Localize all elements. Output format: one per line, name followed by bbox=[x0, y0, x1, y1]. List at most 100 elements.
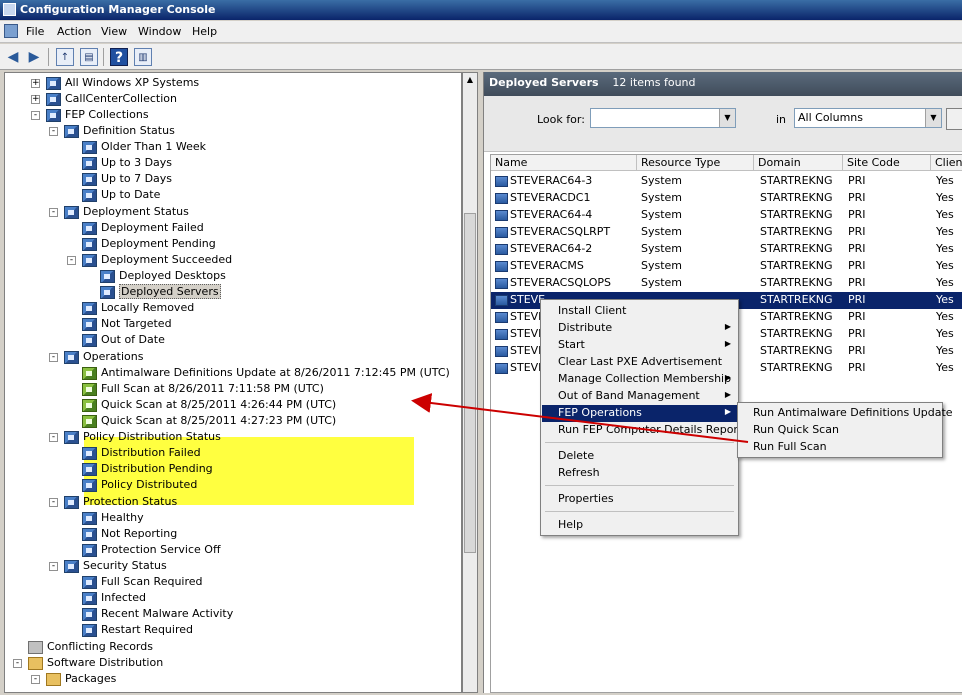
context-menu-item[interactable]: Refresh bbox=[542, 465, 737, 482]
tree-node[interactable]: - Operations bbox=[49, 349, 143, 365]
menu-action[interactable]: Action bbox=[57, 25, 91, 38]
tree-node[interactable]: Not Targeted bbox=[67, 316, 172, 332]
context-menu-item[interactable]: Clear Last PXE Advertisement bbox=[542, 354, 737, 371]
tree-node[interactable]: - Software Distribution bbox=[13, 655, 163, 671]
search-button[interactable] bbox=[946, 108, 962, 130]
tree-node[interactable]: Conflicting Records bbox=[13, 639, 153, 655]
menu-view[interactable]: View bbox=[101, 25, 127, 38]
column-header-client[interactable]: Client bbox=[931, 155, 962, 171]
collapse-icon[interactable]: - bbox=[49, 126, 58, 136]
column-header-domain[interactable]: Domain bbox=[754, 155, 843, 171]
tree-node[interactable]: Healthy bbox=[67, 510, 144, 526]
in-column-select[interactable]: All Columns ▼ bbox=[794, 108, 942, 128]
tree-node[interactable]: Out of Date bbox=[67, 332, 165, 348]
column-header-name[interactable]: Name bbox=[491, 155, 637, 171]
tree-node[interactable]: Protection Service Off bbox=[67, 542, 221, 558]
table-row[interactable]: STEVERAC64-3 System STARTREKNG PRI Yes bbox=[491, 173, 962, 190]
context-menu-item[interactable]: Distribute ▶ bbox=[542, 320, 737, 337]
tree-node[interactable]: Deployment Pending bbox=[67, 236, 216, 252]
tree-node[interactable]: Locally Removed bbox=[67, 300, 194, 316]
context-menu-item[interactable]: Properties bbox=[542, 491, 737, 508]
context-menu-item[interactable]: Run FEP Computer Details Report bbox=[542, 422, 742, 439]
table-row[interactable]: STEVERACSQLOPS System STARTREKNG PRI Yes bbox=[491, 275, 962, 292]
tree-node[interactable]: Quick Scan at 8/25/2011 4:27:23 PM (UTC) bbox=[67, 413, 336, 429]
tree-scrollbar[interactable]: ▲ bbox=[462, 72, 478, 693]
collapse-icon[interactable]: - bbox=[49, 497, 58, 507]
table-row[interactable]: STEVERAC64-4 System STARTREKNG PRI Yes bbox=[491, 207, 962, 224]
tree-node[interactable]: Up to Date bbox=[67, 187, 160, 203]
expand-icon[interactable]: + bbox=[31, 94, 40, 104]
folder-icon bbox=[46, 672, 61, 686]
tree-node[interactable]: Older Than 1 Week bbox=[67, 139, 206, 155]
tree-node[interactable]: Distribution Failed bbox=[67, 445, 201, 461]
collection-icon bbox=[82, 414, 97, 428]
table-row[interactable]: STEVERACMS System STARTREKNG PRI Yes bbox=[491, 258, 962, 275]
up-folder-icon[interactable]: ↑ bbox=[56, 48, 74, 66]
context-menu-item[interactable]: Delete bbox=[542, 448, 737, 465]
tree-node[interactable]: Antimalware Definitions Update at 8/26/2… bbox=[67, 365, 450, 381]
submenu-item[interactable]: Run Antimalware Definitions Update bbox=[739, 405, 953, 422]
context-menu-item[interactable]: Out of Band Management ▶ bbox=[542, 388, 737, 405]
menu-item-label: Distribute bbox=[558, 321, 613, 334]
scroll-thumb[interactable] bbox=[464, 213, 476, 553]
collapse-icon[interactable]: - bbox=[31, 674, 40, 684]
tree-node[interactable]: Quick Scan at 8/25/2011 4:26:44 PM (UTC) bbox=[67, 397, 336, 413]
collapse-icon[interactable]: - bbox=[49, 561, 58, 571]
scroll-up-icon[interactable]: ▲ bbox=[464, 74, 476, 86]
tree-node[interactable]: - Protection Status bbox=[49, 494, 177, 510]
context-menu-item[interactable]: Start ▶ bbox=[542, 337, 737, 354]
collapse-icon[interactable]: - bbox=[49, 352, 58, 362]
tree-node[interactable]: Recent Malware Activity bbox=[67, 606, 233, 622]
tree-node[interactable]: - Deployment Status bbox=[49, 204, 189, 220]
column-header-resource-type[interactable]: Resource Type bbox=[637, 155, 754, 171]
tree-node[interactable]: Up to 7 Days bbox=[67, 171, 172, 187]
collapse-icon[interactable]: - bbox=[13, 658, 22, 668]
tree-node[interactable]: - Policy Distribution Status bbox=[49, 429, 221, 445]
table-row[interactable]: STEVERACSQLRPT System STARTREKNG PRI Yes bbox=[491, 224, 962, 241]
context-menu-item[interactable]: Help bbox=[542, 517, 737, 534]
column-header-site-code[interactable]: Site Code bbox=[843, 155, 931, 171]
table-row[interactable]: STEVERACDC1 System STARTREKNG PRI Yes bbox=[491, 190, 962, 207]
tree-node[interactable]: Restart Required bbox=[67, 622, 193, 638]
forward-icon[interactable]: ▶ bbox=[25, 48, 43, 66]
action-pane-icon[interactable]: ▥ bbox=[134, 48, 152, 66]
tree-node[interactable]: Deployed Servers bbox=[85, 284, 221, 300]
tree-node[interactable]: - Security Status bbox=[49, 558, 167, 574]
collapse-icon[interactable]: - bbox=[67, 255, 76, 265]
collapse-icon[interactable]: - bbox=[49, 207, 58, 217]
collapse-icon[interactable]: - bbox=[49, 432, 58, 442]
table-row[interactable]: STEVERAC64-2 System STARTREKNG PRI Yes bbox=[491, 241, 962, 258]
tree-node[interactable]: Deployed Desktops bbox=[85, 268, 226, 284]
system-menu-icon[interactable] bbox=[4, 24, 18, 38]
context-menu-item[interactable]: Install Client bbox=[542, 303, 737, 320]
menu-window[interactable]: Window bbox=[138, 25, 181, 38]
submenu-item[interactable]: Run Quick Scan bbox=[739, 422, 941, 439]
tree-node[interactable]: Full Scan at 8/26/2011 7:11:58 PM (UTC) bbox=[67, 381, 324, 397]
tree-node[interactable]: Policy Distributed bbox=[67, 477, 197, 493]
tree-node[interactable]: - FEP Collections bbox=[31, 107, 149, 123]
tree-node[interactable]: + All Windows XP Systems bbox=[31, 75, 199, 91]
collapse-icon[interactable]: - bbox=[31, 110, 40, 120]
tree-node[interactable]: Up to 3 Days bbox=[67, 155, 172, 171]
tree-node[interactable]: - Packages bbox=[31, 671, 116, 687]
expand-icon[interactable]: + bbox=[31, 78, 40, 88]
back-icon[interactable]: ◀ bbox=[4, 48, 22, 66]
submenu-item[interactable]: Run Full Scan bbox=[739, 439, 941, 456]
chevron-down-icon[interactable]: ▼ bbox=[719, 109, 735, 127]
menu-file[interactable]: File bbox=[26, 25, 44, 38]
tree-node[interactable]: Not Reporting bbox=[67, 526, 177, 542]
chevron-down-icon[interactable]: ▼ bbox=[925, 109, 941, 127]
show-hide-tree-icon[interactable]: ▤ bbox=[80, 48, 98, 66]
tree-node[interactable]: - Deployment Succeeded bbox=[67, 252, 232, 268]
look-for-input[interactable]: ▼ bbox=[590, 108, 736, 128]
help-icon[interactable]: ? bbox=[110, 48, 128, 66]
context-menu-item[interactable]: Manage Collection Membership ▶ bbox=[542, 371, 737, 388]
tree-node[interactable]: Infected bbox=[67, 590, 146, 606]
context-menu-item[interactable]: FEP Operations ▶ bbox=[542, 405, 737, 422]
tree-node[interactable]: - Definition Status bbox=[49, 123, 175, 139]
menu-help[interactable]: Help bbox=[192, 25, 217, 38]
tree-node[interactable]: Full Scan Required bbox=[67, 574, 203, 590]
tree-node[interactable]: Distribution Pending bbox=[67, 461, 213, 477]
tree-node[interactable]: + CallCenterCollection bbox=[31, 91, 177, 107]
tree-node[interactable]: Deployment Failed bbox=[67, 220, 204, 236]
